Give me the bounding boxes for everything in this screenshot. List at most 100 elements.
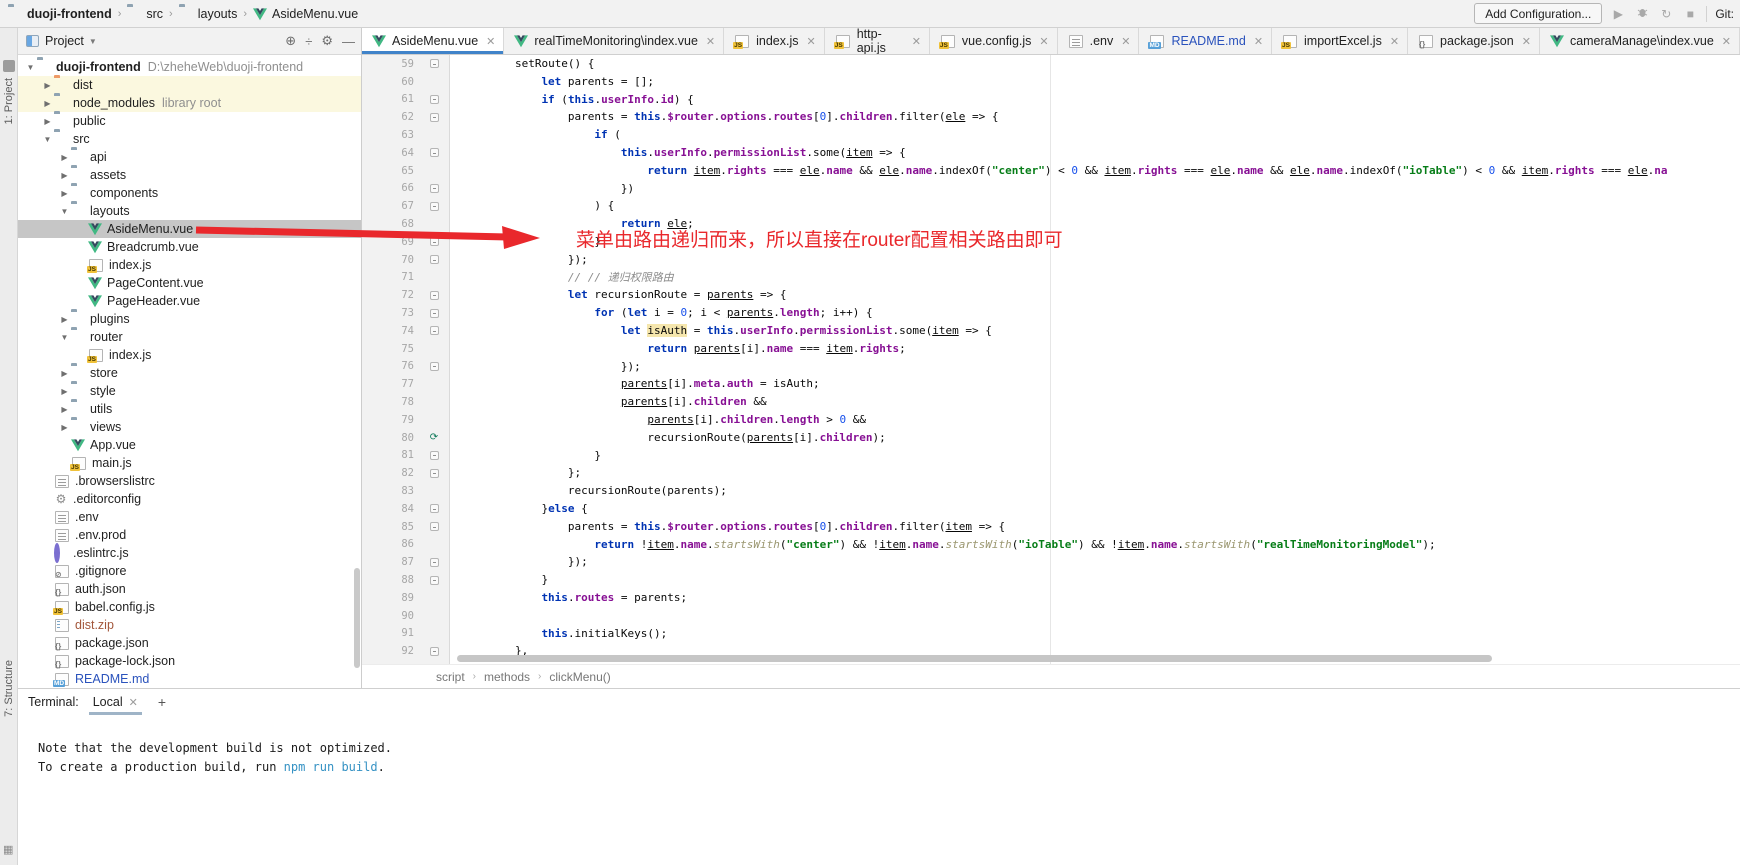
tree-item-components[interactable]: ▶components bbox=[18, 184, 361, 202]
tool-window-switcher-icon[interactable]: ▦ bbox=[3, 843, 15, 855]
stop-icon[interactable]: ■ bbox=[1682, 7, 1698, 21]
stripe-structure-button[interactable]: 7: Structure bbox=[3, 660, 15, 717]
terminal-tab-local[interactable]: Local ✕ bbox=[89, 689, 142, 715]
tree-item--browserslistrc[interactable]: .browserslistrc bbox=[18, 472, 361, 490]
tree-item-style[interactable]: ▶style bbox=[18, 382, 361, 400]
horizontal-scrollbar[interactable] bbox=[457, 655, 1492, 662]
tree-item-app-vue[interactable]: App.vue bbox=[18, 436, 361, 454]
tree-item-main-js[interactable]: JSmain.js bbox=[18, 454, 361, 472]
fold-marker-icon[interactable] bbox=[418, 558, 450, 567]
editor-tab-cameramanage-index-vue[interactable]: cameraManage\index.vue✕ bbox=[1540, 28, 1740, 54]
fold-marker-icon[interactable] bbox=[418, 469, 450, 478]
tree-item--env-prod[interactable]: .env.prod bbox=[18, 526, 361, 544]
recursive-call-icon[interactable]: ⟳ bbox=[418, 433, 450, 443]
fold-marker-icon[interactable] bbox=[418, 326, 450, 335]
fold-marker-icon[interactable] bbox=[418, 202, 450, 211]
editor-tab-importexcel-js[interactable]: JSimportExcel.js✕ bbox=[1272, 28, 1408, 54]
editor-tab-http-api-js[interactable]: JShttp-api.js✕ bbox=[825, 28, 930, 54]
editor-breadcrumb-item[interactable]: clickMenu() bbox=[549, 670, 610, 684]
fold-marker-icon[interactable] bbox=[418, 59, 450, 68]
fold-marker-icon[interactable] bbox=[418, 309, 450, 318]
close-icon[interactable]: ✕ bbox=[1121, 35, 1130, 48]
tree-item-src[interactable]: ▼src bbox=[18, 130, 361, 148]
tree-item-utils[interactable]: ▶utils bbox=[18, 400, 361, 418]
editor-breadcrumb-item[interactable]: methods bbox=[484, 670, 530, 684]
editor-tab-realtimemonitoring-index-vue[interactable]: realTimeMonitoring\index.vue✕ bbox=[504, 28, 724, 54]
tree-item-index-js[interactable]: JSindex.js bbox=[18, 346, 361, 364]
tree-item-readme-md[interactable]: MDREADME.md bbox=[18, 670, 361, 688]
fold-marker-icon[interactable] bbox=[418, 237, 450, 246]
stripe-project-button[interactable]: 1: Project bbox=[3, 78, 15, 124]
editor-tab-package-json[interactable]: {}package.json✕ bbox=[1408, 28, 1540, 54]
fold-marker-icon[interactable] bbox=[418, 291, 450, 300]
tree-item-assets[interactable]: ▶assets bbox=[18, 166, 361, 184]
project-view-selector[interactable]: Project bbox=[45, 34, 84, 48]
breadcrumb-item[interactable]: src bbox=[127, 7, 163, 21]
fold-marker-icon[interactable] bbox=[418, 576, 450, 585]
editor-tab-vue-config-js[interactable]: JSvue.config.js✕ bbox=[930, 28, 1058, 54]
tree-item-layouts[interactable]: ▼layouts bbox=[18, 202, 361, 220]
settings-icon[interactable]: ⚙ bbox=[321, 33, 333, 49]
tree-item-dist-zip[interactable]: dist.zip bbox=[18, 616, 361, 634]
tree-item-plugins[interactable]: ▶plugins bbox=[18, 310, 361, 328]
editor-tab-readme-md[interactable]: MDREADME.md✕ bbox=[1139, 28, 1272, 54]
tree-item-babel-config-js[interactable]: JSbabel.config.js bbox=[18, 598, 361, 616]
tree-item-asidemenu-vue[interactable]: AsideMenu.vue bbox=[18, 220, 361, 238]
tree-item-duoji-frontend[interactable]: ▼duoji-frontendD:\zheheWeb\duoji-fronten… bbox=[18, 58, 361, 76]
tree-item--eslintrc-js[interactable]: .eslintrc.js bbox=[18, 544, 361, 562]
fold-marker-icon[interactable] bbox=[418, 184, 450, 193]
fold-marker-icon[interactable] bbox=[418, 255, 450, 264]
tree-item-index-js[interactable]: JSindex.js bbox=[18, 256, 361, 274]
fold-marker-icon[interactable] bbox=[418, 362, 450, 371]
tree-item-package-lock-json[interactable]: {}package-lock.json bbox=[18, 652, 361, 670]
breadcrumb-item[interactable]: AsideMenu.vue bbox=[253, 7, 358, 21]
tree-item-pagecontent-vue[interactable]: PageContent.vue bbox=[18, 274, 361, 292]
close-icon[interactable]: ✕ bbox=[706, 35, 715, 48]
project-stripe-icon[interactable] bbox=[3, 60, 15, 72]
close-icon[interactable]: ✕ bbox=[1039, 35, 1048, 48]
breadcrumb-item[interactable]: layouts bbox=[179, 7, 238, 21]
project-scrollbar[interactable] bbox=[354, 568, 360, 668]
fold-marker-icon[interactable] bbox=[418, 95, 450, 104]
fold-marker-icon[interactable] bbox=[418, 113, 450, 122]
close-icon[interactable]: ✕ bbox=[486, 35, 495, 48]
close-icon[interactable]: ✕ bbox=[1722, 35, 1731, 48]
tree-item-auth-json[interactable]: {}auth.json bbox=[18, 580, 361, 598]
editor-tab-index-js[interactable]: JSindex.js✕ bbox=[724, 28, 825, 54]
tree-item--editorconfig[interactable]: ⚙.editorconfig bbox=[18, 490, 361, 508]
fold-marker-icon[interactable] bbox=[418, 522, 450, 531]
fold-marker-icon[interactable] bbox=[418, 451, 450, 460]
close-icon[interactable]: ✕ bbox=[1522, 35, 1531, 48]
close-icon[interactable]: ✕ bbox=[912, 35, 921, 48]
debug-icon[interactable] bbox=[1634, 6, 1650, 22]
code-editor[interactable]: 59setRoute() {60let parents = [];61if (t… bbox=[362, 55, 1740, 664]
tree-item-store[interactable]: ▶store bbox=[18, 364, 361, 382]
close-icon[interactable]: ✕ bbox=[1254, 35, 1263, 48]
tree-item-views[interactable]: ▶views bbox=[18, 418, 361, 436]
hide-icon[interactable]: — bbox=[342, 34, 355, 49]
close-icon[interactable]: ✕ bbox=[129, 696, 138, 709]
editor-tab-asidemenu-vue[interactable]: AsideMenu.vue✕ bbox=[362, 28, 504, 54]
fold-marker-icon[interactable] bbox=[418, 148, 450, 157]
tree-item-breadcrumb-vue[interactable]: Breadcrumb.vue bbox=[18, 238, 361, 256]
tree-item-package-json[interactable]: {}package.json bbox=[18, 634, 361, 652]
editor-tab--env[interactable]: .env✕ bbox=[1058, 28, 1140, 54]
git-label[interactable]: Git: bbox=[1715, 7, 1734, 21]
tree-item-pageheader-vue[interactable]: PageHeader.vue bbox=[18, 292, 361, 310]
tree-item-public[interactable]: ▶public bbox=[18, 112, 361, 130]
locate-icon[interactable]: ⊕ bbox=[285, 33, 296, 49]
fold-marker-icon[interactable] bbox=[418, 647, 450, 656]
add-configuration-button[interactable]: Add Configuration... bbox=[1474, 3, 1602, 24]
tree-item-node-modules[interactable]: ▶node_moduleslibrary root bbox=[18, 94, 361, 112]
run-icon[interactable]: ▶ bbox=[1610, 7, 1626, 21]
breadcrumb-item[interactable]: duoji-frontend bbox=[8, 7, 112, 21]
coverage-icon[interactable]: ↻ bbox=[1658, 7, 1674, 21]
fold-marker-icon[interactable] bbox=[418, 504, 450, 513]
tree-item-dist[interactable]: ▶dist bbox=[18, 76, 361, 94]
tree-item--env[interactable]: .env bbox=[18, 508, 361, 526]
new-terminal-session-button[interactable]: + bbox=[152, 694, 172, 710]
collapse-all-icon[interactable]: ÷ bbox=[305, 34, 312, 49]
tree-item-api[interactable]: ▶api bbox=[18, 148, 361, 166]
close-icon[interactable]: ✕ bbox=[807, 35, 816, 48]
terminal-output[interactable]: Note that the development build is not o… bbox=[18, 715, 1740, 777]
